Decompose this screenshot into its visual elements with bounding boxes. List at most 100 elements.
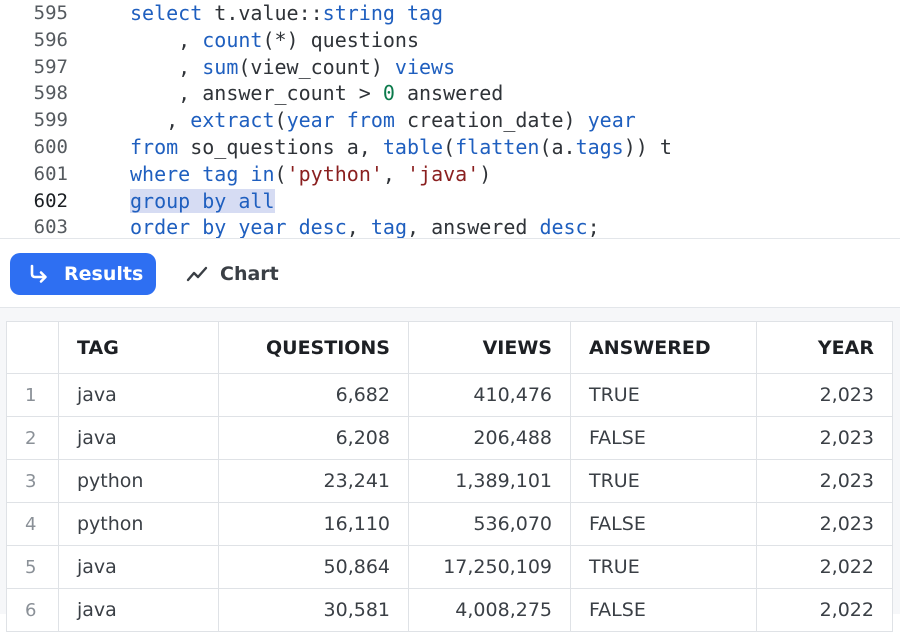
line-number: 597 — [33, 55, 68, 78]
cell-year[interactable]: 2,023 — [756, 459, 893, 503]
code-line[interactable]: 601 where tag in('python', 'java') — [0, 161, 900, 188]
cell-views[interactable]: 206,488 — [408, 416, 571, 460]
column-header-index — [6, 321, 59, 374]
cell-tag[interactable]: java — [58, 373, 219, 417]
results-panel: TAG QUESTIONS VIEWS ANSWERED YEAR 1 java 6… — [0, 308, 900, 632]
code-text[interactable]: order by year desc, tag, answered desc; — [130, 214, 600, 238]
code-token: (view_count) — [238, 54, 395, 79]
code-token: string — [322, 1, 395, 25]
column-header-tag[interactable]: TAG — [58, 321, 219, 374]
table-header-row: TAG QUESTIONS VIEWS ANSWERED YEAR — [6, 321, 893, 374]
code-token: select — [130, 1, 203, 25]
code-token: , — [130, 108, 191, 133]
table-row[interactable]: 4 python 16,110 536,070 FALSE 2,023 — [6, 502, 893, 546]
tab-results-label: Results — [64, 263, 144, 285]
cell-year[interactable]: 2,022 — [756, 545, 893, 589]
sql-editor[interactable]: 595 select t.value::string tag 596 , count… — [0, 0, 900, 238]
code-token: so_questions a, — [178, 135, 383, 159]
arrow-return-icon — [28, 263, 50, 285]
cell-tag[interactable]: java — [58, 588, 219, 632]
line-number: 601 — [33, 162, 68, 185]
code-token: year — [587, 108, 636, 133]
tab-results[interactable]: Results — [10, 253, 156, 295]
code-token: 0 — [382, 81, 395, 106]
row-index[interactable]: 4 — [6, 502, 59, 546]
line-number: 602 — [33, 189, 68, 212]
row-index[interactable]: 6 — [6, 588, 59, 632]
cell-views[interactable]: 536,070 — [408, 502, 571, 546]
cell-questions[interactable]: 6,682 — [218, 373, 409, 417]
column-header-questions[interactable]: QUESTIONS — [218, 321, 409, 374]
cell-tag[interactable]: java — [58, 545, 219, 589]
table-row[interactable]: 2 java 6,208 206,488 FALSE 2,023 — [6, 416, 893, 460]
cell-answered[interactable]: TRUE — [570, 459, 757, 503]
code-text[interactable]: where tag in('python', 'java') — [130, 161, 491, 188]
cell-questions[interactable]: 30,581 — [218, 588, 409, 632]
cell-views[interactable]: 4,008,275 — [408, 588, 571, 632]
code-line[interactable]: 597 , sum(view_count) views — [0, 54, 900, 81]
cell-tag[interactable]: java — [58, 416, 219, 460]
results-toolbar: Results Chart — [0, 238, 900, 308]
table-row[interactable]: 5 java 50,864 17,250,109 TRUE 2,022 — [6, 545, 893, 589]
line-number: 600 — [33, 136, 68, 158]
tab-chart-label: Chart — [220, 263, 279, 285]
cell-tag[interactable]: python — [58, 459, 219, 503]
cell-questions[interactable]: 6,208 — [218, 416, 409, 460]
code-token: tag — [370, 215, 407, 238]
cell-answered[interactable]: TRUE — [570, 545, 757, 589]
cell-answered[interactable]: FALSE — [570, 502, 757, 546]
code-text[interactable]: , extract(year from creation_date) year — [130, 107, 636, 134]
code-token: creation_date) — [394, 108, 588, 133]
cell-questions[interactable]: 50,864 — [218, 545, 409, 589]
cell-questions[interactable]: 16,110 — [218, 502, 409, 546]
code-line[interactable]: 598 , answer_count > 0 answered — [0, 80, 900, 107]
code-token: tag — [406, 1, 444, 25]
code-text[interactable]: , count(*) questions — [130, 27, 419, 54]
code-text[interactable]: group by all — [130, 188, 275, 215]
code-token: 'java' — [407, 161, 480, 186]
column-header-year[interactable]: YEAR — [756, 321, 893, 374]
cell-year[interactable]: 2,022 — [756, 588, 893, 632]
cell-views[interactable]: 410,476 — [408, 373, 571, 417]
table-row[interactable]: 3 python 23,241 1,389,101 TRUE 2,023 — [6, 459, 893, 503]
code-token: year — [286, 108, 335, 133]
code-token: , answered — [406, 215, 540, 238]
column-header-answered[interactable]: ANSWERED — [570, 321, 757, 374]
cell-year[interactable]: 2,023 — [756, 373, 893, 417]
code-token: tags — [575, 135, 624, 159]
column-header-views[interactable]: VIEWS — [408, 321, 571, 374]
row-index[interactable]: 5 — [6, 545, 59, 589]
code-text[interactable]: , sum(view_count) views — [130, 54, 455, 81]
code-line[interactable]: 596 , count(*) questions — [0, 27, 900, 54]
code-text[interactable]: , answer_count > 0 answered — [130, 80, 503, 107]
code-token: count — [202, 27, 263, 52]
code-line[interactable]: 600 from so_questions a, table(flatten(a.… — [0, 134, 900, 161]
cell-year[interactable]: 2,023 — [756, 502, 893, 546]
code-line[interactable]: 602 group by all — [0, 188, 900, 215]
table-row[interactable]: 1 java 6,682 410,476 TRUE 2,023 — [6, 373, 893, 417]
tab-chart[interactable]: Chart — [186, 253, 279, 295]
cell-answered[interactable]: FALSE — [570, 588, 757, 632]
code-line[interactable]: 595 select t.value::string tag — [0, 0, 900, 27]
cell-year[interactable]: 2,023 — [756, 416, 893, 460]
cell-tag[interactable]: python — [58, 502, 219, 546]
table-row[interactable]: 6 java 30,581 4,008,275 FALSE 2,022 — [6, 588, 893, 632]
cell-answered[interactable]: FALSE — [570, 416, 757, 460]
code-token: , — [130, 54, 203, 79]
code-token: answered — [394, 81, 504, 106]
code-token: , — [382, 161, 407, 186]
row-index[interactable]: 3 — [6, 459, 59, 503]
row-index[interactable]: 2 — [6, 416, 59, 460]
cell-answered[interactable]: TRUE — [570, 373, 757, 417]
cell-views[interactable]: 1,389,101 — [408, 459, 571, 503]
row-index[interactable]: 1 — [6, 373, 59, 417]
cell-views[interactable]: 17,250,109 — [408, 545, 571, 589]
cell-questions[interactable]: 23,241 — [218, 459, 409, 503]
code-line[interactable]: 603 order by year desc, tag, answered des… — [0, 214, 900, 238]
code-line[interactable]: 599 , extract(year from creation_date) y… — [0, 107, 900, 134]
code-token: ( — [274, 108, 287, 133]
code-text[interactable]: from so_questions a, table(flatten(a.tag… — [130, 134, 672, 161]
code-text[interactable]: select t.value::string tag — [130, 0, 443, 27]
